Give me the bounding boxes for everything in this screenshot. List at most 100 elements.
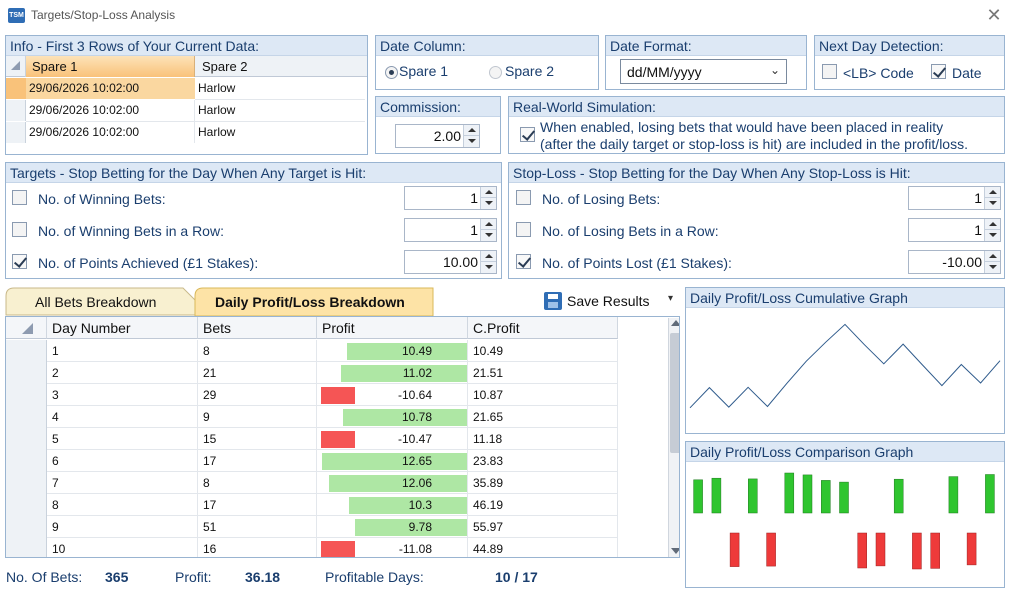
row-selector[interactable] bbox=[6, 494, 47, 516]
profit-value: 12.06 bbox=[401, 476, 432, 490]
bar-positive bbox=[948, 476, 959, 514]
close-button[interactable]: ✕ bbox=[983, 4, 1005, 26]
lb-code-label[interactable]: <LB> Code bbox=[843, 65, 914, 81]
spin-down-icon[interactable] bbox=[985, 198, 1000, 209]
real-world-checkbox[interactable] bbox=[520, 127, 535, 142]
cell-day: 8 bbox=[47, 494, 198, 516]
cell-cprofit: 10.49 bbox=[468, 340, 618, 362]
info-row-selector[interactable] bbox=[6, 78, 26, 99]
row-selector[interactable] bbox=[6, 516, 47, 538]
cell-cprofit: 21.65 bbox=[468, 406, 618, 428]
date-format-value: dd/MM/yyyy bbox=[627, 64, 702, 80]
grid-corner[interactable] bbox=[6, 317, 47, 339]
spin-down-icon[interactable] bbox=[464, 136, 479, 147]
table-row[interactable]: 3 29 10.87 -10.64 bbox=[6, 384, 618, 406]
table-row[interactable]: 4 9 21.65 10.78 bbox=[6, 406, 618, 428]
spin-down-icon[interactable] bbox=[481, 230, 496, 241]
row-selector[interactable] bbox=[6, 538, 47, 557]
table-row[interactable]: 7 8 35.89 12.06 bbox=[6, 472, 618, 494]
commission-spinner[interactable]: 2.00 bbox=[395, 124, 480, 148]
row-selector[interactable] bbox=[6, 340, 47, 362]
info-row-selector[interactable] bbox=[6, 122, 26, 143]
scroll-up-icon[interactable] bbox=[671, 320, 679, 326]
date-column-spare1-radio[interactable] bbox=[385, 66, 398, 79]
scroll-down-icon[interactable] bbox=[671, 548, 679, 554]
cell-day: 4 bbox=[47, 406, 198, 428]
scroll-thumb[interactable] bbox=[670, 333, 679, 453]
vertical-scrollbar[interactable] bbox=[668, 318, 679, 557]
col-bets[interactable]: Bets bbox=[198, 317, 317, 339]
col-cprofit[interactable]: C.Profit bbox=[468, 317, 618, 339]
date-column-spare2-label[interactable]: Spare 2 bbox=[505, 63, 554, 79]
cell-cprofit: 11.18 bbox=[468, 428, 618, 450]
spin-down-icon[interactable] bbox=[481, 262, 496, 273]
bar-positive bbox=[802, 474, 813, 514]
row-selector[interactable] bbox=[6, 384, 47, 406]
table-row[interactable]: 2 21 21.51 11.02 bbox=[6, 362, 618, 384]
row-selector[interactable] bbox=[6, 428, 47, 450]
commission-value: 2.00 bbox=[433, 128, 461, 144]
losing-bets-row-value: 1 bbox=[974, 222, 982, 238]
spin-up-icon[interactable] bbox=[464, 125, 479, 136]
row-selector[interactable] bbox=[6, 406, 47, 428]
row-selector[interactable] bbox=[6, 362, 47, 384]
row-selector[interactable] bbox=[6, 472, 47, 494]
losing-bets-row-checkbox[interactable] bbox=[516, 222, 531, 237]
points-lost-checkbox[interactable] bbox=[516, 254, 531, 269]
winning-bets-row-spinner[interactable]: 1 bbox=[404, 218, 497, 242]
stoploss-header: Stop-Loss - Stop Betting for the Day Whe… bbox=[509, 163, 1004, 183]
bar-negative bbox=[729, 532, 740, 567]
row-selector[interactable] bbox=[6, 450, 47, 472]
spin-up-icon[interactable] bbox=[481, 187, 496, 198]
profitable-days-value: 10 / 17 bbox=[495, 569, 538, 585]
cumulative-line bbox=[689, 323, 1001, 409]
save-icon[interactable] bbox=[544, 292, 562, 310]
cell-bets: 8 bbox=[198, 340, 317, 362]
spin-up-icon[interactable] bbox=[985, 219, 1000, 230]
cell-bets: 17 bbox=[198, 450, 317, 472]
winning-bets-checkbox[interactable] bbox=[12, 190, 27, 205]
table-row[interactable]: 10 16 44.89 -11.08 bbox=[6, 538, 618, 557]
table-row[interactable]: 6 17 23.83 12.65 bbox=[6, 450, 618, 472]
date-label[interactable]: Date bbox=[952, 65, 982, 81]
date-column-spare2-radio[interactable] bbox=[489, 66, 502, 79]
winning-bets-value: 1 bbox=[470, 190, 478, 206]
spin-down-icon[interactable] bbox=[481, 198, 496, 209]
date-checkbox[interactable] bbox=[931, 64, 946, 79]
date-column-spare1-label[interactable]: Spare 1 bbox=[399, 63, 448, 79]
spin-up-icon[interactable] bbox=[481, 219, 496, 230]
losing-bets-checkbox[interactable] bbox=[516, 190, 531, 205]
spin-up-icon[interactable] bbox=[985, 187, 1000, 198]
info-row-selector[interactable] bbox=[6, 100, 26, 121]
tab-all-bets[interactable]: All Bets Breakdown bbox=[25, 290, 156, 314]
spin-down-icon[interactable] bbox=[985, 262, 1000, 273]
spin-up-icon[interactable] bbox=[985, 251, 1000, 262]
bar-negative bbox=[875, 532, 886, 567]
tab-daily-breakdown[interactable]: Daily Profit/Loss Breakdown bbox=[205, 290, 405, 314]
table-row[interactable]: 8 17 46.19 10.3 bbox=[6, 494, 618, 516]
targets-header: Targets - Stop Betting for the Day When … bbox=[6, 163, 501, 183]
losing-bets-spinner[interactable]: 1 bbox=[908, 186, 1001, 210]
table-row[interactable]: 5 15 11.18 -10.47 bbox=[6, 428, 618, 450]
points-achieved-checkbox[interactable] bbox=[12, 254, 27, 269]
winning-bets-spinner[interactable]: 1 bbox=[404, 186, 497, 210]
info-grid-corner[interactable] bbox=[6, 56, 26, 77]
spin-down-icon[interactable] bbox=[985, 230, 1000, 241]
save-dropdown-icon[interactable]: ▾ bbox=[668, 293, 673, 304]
date-format-select[interactable]: dd/MM/yyyy ⌄ bbox=[620, 59, 787, 84]
points-achieved-spinner[interactable]: 10.00 bbox=[404, 250, 497, 274]
cell-bets: 16 bbox=[198, 538, 317, 557]
info-col-spare2-label[interactable]: Spare 2 bbox=[199, 56, 359, 77]
col-profit[interactable]: Profit bbox=[317, 317, 468, 339]
spin-up-icon[interactable] bbox=[481, 251, 496, 262]
table-row[interactable]: 1 8 10.49 10.49 bbox=[6, 340, 618, 362]
comparison-bar-chart bbox=[693, 472, 995, 570]
table-row[interactable]: 9 51 55.97 9.78 bbox=[6, 516, 618, 538]
winning-bets-row-checkbox[interactable] bbox=[12, 222, 27, 237]
col-day-number[interactable]: Day Number bbox=[47, 317, 198, 339]
lb-code-checkbox[interactable] bbox=[822, 64, 837, 79]
losing-bets-row-spinner[interactable]: 1 bbox=[908, 218, 1001, 242]
save-results-button[interactable]: Save Results bbox=[567, 293, 649, 309]
points-lost-spinner[interactable]: -10.00 bbox=[908, 250, 1001, 274]
bar-positive bbox=[748, 478, 758, 514]
